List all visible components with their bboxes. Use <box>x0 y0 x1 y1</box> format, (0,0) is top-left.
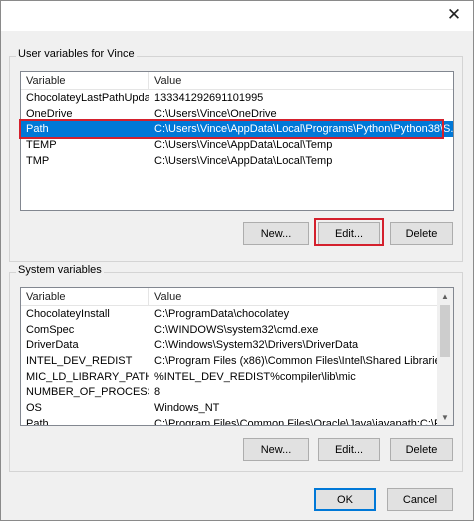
variable-value-cell: C:\Windows\System32\Drivers\DriverData <box>154 339 359 352</box>
variable-value-cell: %INTEL_DEV_REDIST%compiler\lib\mic <box>154 370 356 383</box>
table-row[interactable]: ChocolateyInstall C:\ProgramData\chocolat… <box>21 306 453 322</box>
variable-value-cell: C:\ProgramData\chocolatey <box>154 307 290 320</box>
variable-name-cell: OS <box>26 401 42 414</box>
system-variables-list[interactable]: Variable Value ChocolateyInstall C:\Progr… <box>20 287 454 426</box>
table-row[interactable]: Path C:\Program Files\Common Files\Oracle… <box>21 416 453 426</box>
variable-name-cell: MIC_LD_LIBRARY_PATH <box>26 370 149 383</box>
variable-name-cell: NUMBER_OF_PROCESSORS <box>26 386 149 399</box>
ok-button[interactable]: OK <box>314 488 376 511</box>
variable-name-cell: OneDrive <box>26 107 73 120</box>
system-new-button[interactable]: New... <box>243 438 309 461</box>
variable-value-cell: C:\Users\Vince\AppData\Local\Programs\Py… <box>154 123 453 136</box>
table-row[interactable]: NUMBER_OF_PROCESSORS 8 <box>21 384 453 400</box>
variable-name-cell: TEMP <box>26 138 57 151</box>
system-edit-button[interactable]: Edit... <box>318 438 380 461</box>
variable-value-cell: C:\Program Files\Common Files\Oracle\Jav… <box>154 417 453 426</box>
close-icon[interactable]: ✕ <box>441 3 467 27</box>
variable-value-cell: C:\Users\Vince\AppData\Local\Temp <box>154 154 333 167</box>
system-list-header: Variable Value <box>21 288 453 306</box>
column-header-value[interactable]: Value <box>149 288 453 305</box>
variable-name-cell: ChocolateyInstall <box>26 307 110 320</box>
system-delete-button[interactable]: Delete <box>390 438 453 461</box>
variable-name-cell: ComSpec <box>26 323 75 336</box>
variable-name-cell: Path <box>26 123 49 136</box>
variable-value-cell: Windows_NT <box>154 401 220 414</box>
cancel-button[interactable]: Cancel <box>387 488 453 511</box>
user-delete-button[interactable]: Delete <box>390 222 453 245</box>
column-header-variable[interactable]: Variable <box>21 288 149 305</box>
scroll-up-icon[interactable]: ▲ <box>437 288 453 304</box>
table-row[interactable]: DriverData C:\Windows\System32\Drivers\Dr… <box>21 337 453 353</box>
title-bar: ✕ <box>1 1 473 31</box>
table-row[interactable]: ComSpec C:\WINDOWS\system32\cmd.exe <box>21 322 453 338</box>
table-row[interactable]: MIC_LD_LIBRARY_PATH %INTEL_DEV_REDIST%com… <box>21 369 453 385</box>
table-row[interactable]: INTEL_DEV_REDIST C:\Program Files (x86)\C… <box>21 353 453 369</box>
user-new-button[interactable]: New... <box>243 222 309 245</box>
table-row[interactable]: TMP C:\Users\Vince\AppData\Local\Temp <box>21 153 453 169</box>
user-variables-title: User variables for Vince <box>16 48 137 60</box>
table-row[interactable]: OS Windows_NT <box>21 400 453 416</box>
variable-value-cell: 8 <box>154 386 161 399</box>
system-list-scrollbar[interactable]: ▲ ▼ <box>437 288 453 425</box>
table-row[interactable]: Path C:\Users\Vince\AppData\Local\Program… <box>21 121 453 138</box>
variable-value-cell: C:\Program Files (x86)\Common Files\Inte… <box>154 354 450 367</box>
user-list-header: Variable Value <box>21 72 453 90</box>
column-header-variable[interactable]: Variable <box>21 72 149 89</box>
environment-variables-dialog: ✕ User variables for Vince Variable Valu… <box>0 0 474 521</box>
variable-name-cell: DriverData <box>26 339 79 352</box>
table-row[interactable]: OneDrive C:\Users\Vince\OneDrive <box>21 106 453 122</box>
variable-value-cell: C:\WINDOWS\system32\cmd.exe <box>154 323 319 336</box>
scroll-thumb[interactable] <box>440 305 450 357</box>
variable-name-cell: TMP <box>26 154 50 167</box>
variable-value-cell: C:\Users\Vince\AppData\Local\Temp <box>154 138 333 151</box>
variable-value-cell: 133341292691101995 <box>154 91 264 104</box>
column-header-value[interactable]: Value <box>149 72 453 89</box>
user-edit-button[interactable]: Edit... <box>318 222 380 245</box>
table-row[interactable]: ChocolateyLastPathUpdate 1333412926911019… <box>21 90 453 106</box>
variable-name-cell: INTEL_DEV_REDIST <box>26 354 133 367</box>
scroll-down-icon[interactable]: ▼ <box>437 409 453 425</box>
system-variables-title: System variables <box>16 264 104 276</box>
variable-value-cell: C:\Users\Vince\OneDrive <box>154 107 277 120</box>
user-variables-list[interactable]: Variable Value ChocolateyLastPathUpdate 1… <box>20 71 454 211</box>
variable-name-cell: Path <box>26 417 49 426</box>
variable-name-cell: ChocolateyLastPathUpdate <box>26 91 149 104</box>
table-row[interactable]: TEMP C:\Users\Vince\AppData\Local\Temp <box>21 137 453 153</box>
